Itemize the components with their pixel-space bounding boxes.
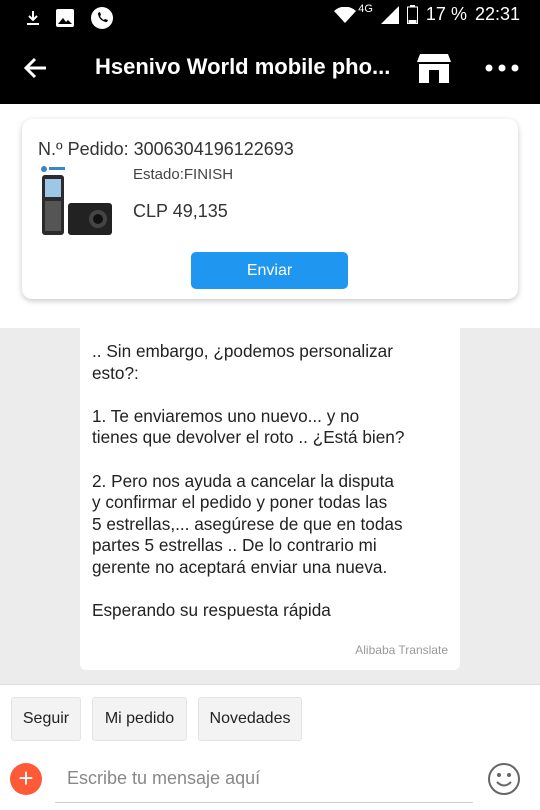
network-type: 4G <box>358 2 373 15</box>
add-attachment-button[interactable]: + <box>10 763 42 795</box>
order-number: N.º Pedido: 3006304196122693 <box>38 139 294 159</box>
wifi-icon <box>334 6 357 23</box>
message-input[interactable] <box>55 755 473 803</box>
back-arrow-icon[interactable] <box>22 54 50 82</box>
app-bar: Hsenivo World mobile pho... <box>0 32 540 104</box>
image-icon <box>56 9 74 27</box>
store-icon[interactable] <box>416 52 452 84</box>
whatsapp-icon <box>91 7 113 29</box>
translation-credit: Alibaba Translate <box>355 643 448 657</box>
download-icon <box>27 11 39 25</box>
order-status: Estado:FINISH <box>133 166 234 183</box>
order-price: CLP 49,135 <box>133 201 228 221</box>
quick-action-mi-pedido[interactable]: Mi pedido <box>92 697 187 741</box>
message-bubble: .. Sin embargo, ¿podemos personalizar es… <box>80 328 460 670</box>
message-text: .. Sin embargo, ¿podemos personalizar es… <box>92 341 405 621</box>
more-options-icon[interactable] <box>484 58 520 78</box>
order-card[interactable]: N.º Pedido: 3006304196122693 Estado:FINI… <box>22 119 518 299</box>
status-bar: 4G 17 % 22:31 <box>0 0 540 32</box>
product-thumbnail[interactable] <box>38 163 114 239</box>
quick-action-novedades[interactable]: Novedades <box>198 697 302 741</box>
battery-level: 17 % <box>425 4 467 24</box>
battery-icon <box>406 5 418 24</box>
clock: 22:31 <box>474 4 520 24</box>
bottom-panel: Seguir Mi pedido Novedades + <box>0 684 540 810</box>
quick-action-seguir[interactable]: Seguir <box>11 697 81 741</box>
chat-title: Hsenivo World mobile pho... <box>95 54 391 79</box>
send-order-button[interactable]: Enviar <box>191 252 348 289</box>
emoji-icon[interactable] <box>487 762 521 796</box>
order-section: N.º Pedido: 3006304196122693 Estado:FINI… <box>0 104 540 328</box>
signal-icon <box>380 5 399 24</box>
